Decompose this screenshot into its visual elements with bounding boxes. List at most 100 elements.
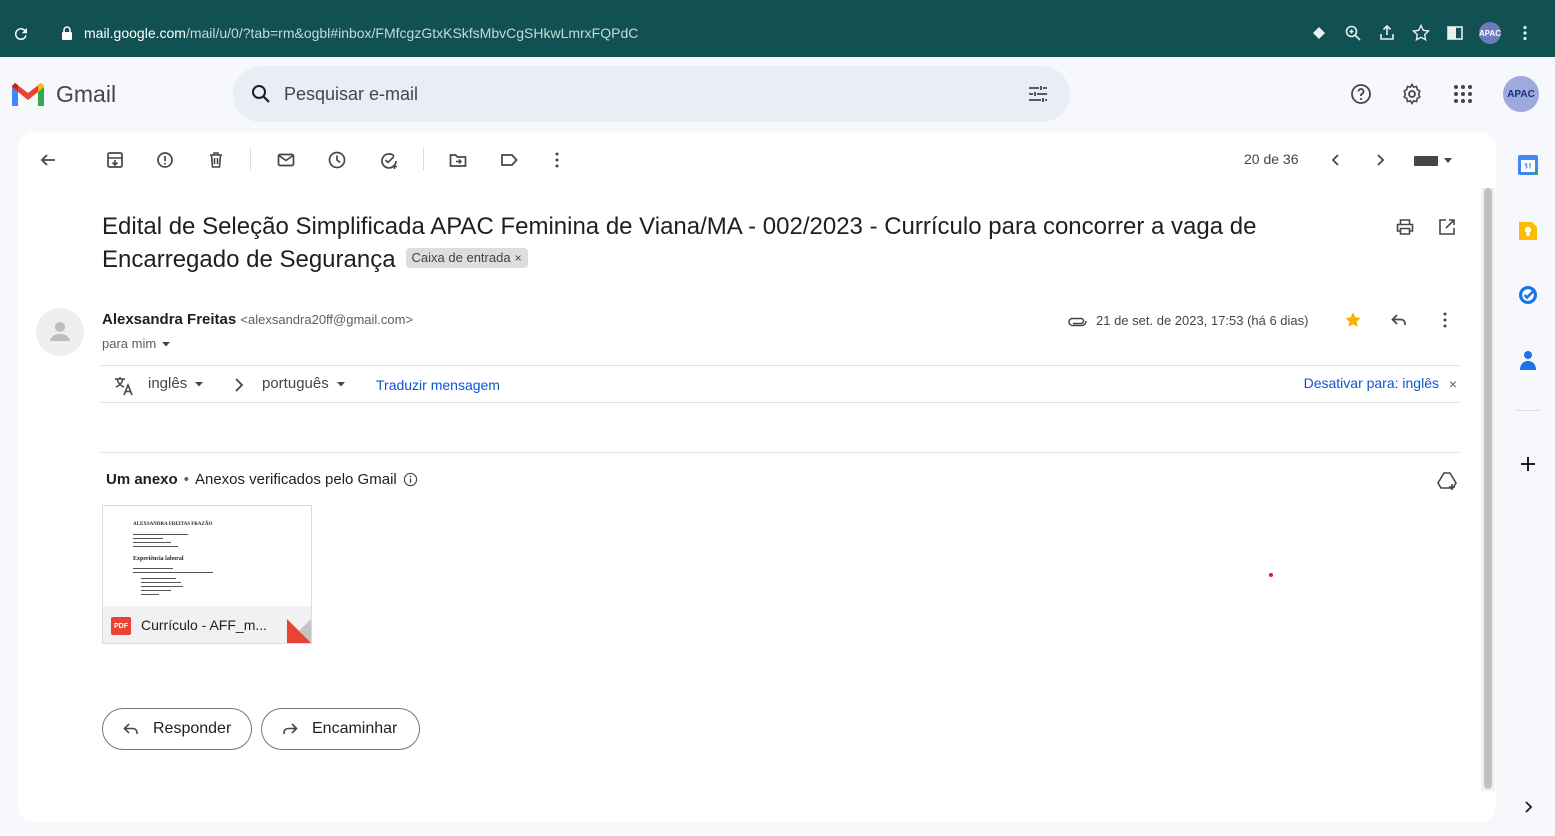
cursor-dot: [1269, 573, 1273, 577]
sender-name[interactable]: Alexsandra Freitas: [102, 311, 236, 328]
bookmark-star-icon[interactable]: [1411, 23, 1431, 43]
attachment-clip-icon: [1068, 314, 1088, 328]
extension-icon[interactable]: [1309, 23, 1329, 43]
subject-text: Edital de Seleção Simplificada APAC Femi…: [102, 213, 1257, 273]
side-panel-icon[interactable]: [1445, 23, 1465, 43]
close-translation-button[interactable]: ×: [1449, 376, 1457, 392]
gmail-logo[interactable]: Gmail: [10, 80, 116, 108]
settings-gear-icon[interactable]: [1400, 82, 1424, 106]
attachments-header: Um anexo • Anexos verificados pelo Gmail: [106, 471, 418, 488]
message-more-icon[interactable]: [1435, 310, 1455, 330]
show-side-panel-chevron-icon[interactable]: [1518, 797, 1538, 817]
info-icon[interactable]: [403, 472, 418, 487]
search-bar[interactable]: Pesquisar e-mail: [233, 66, 1070, 122]
attachment-preview: ALEXSANDRA FREITAS FRAZÃO Experiência la…: [103, 506, 311, 606]
source-language-select[interactable]: inglês: [148, 375, 205, 392]
toolbar-divider: [423, 148, 424, 170]
url-host: mail.google.com: [84, 25, 186, 41]
sender-line: Alexsandra Freitas <alexsandra20ff@gmail…: [102, 311, 413, 328]
gmail-wordmark: Gmail: [56, 80, 117, 107]
pdf-corner-decoration: [287, 619, 311, 643]
label-tag-icon[interactable]: [499, 150, 519, 170]
add-to-drive-icon[interactable]: [1436, 470, 1458, 492]
keep-notes-icon[interactable]: [1516, 219, 1540, 243]
newer-chevron-left-icon[interactable]: [1326, 150, 1346, 170]
dropdown-caret-icon: [195, 381, 204, 386]
target-language-label: português: [262, 375, 329, 392]
open-new-window-icon[interactable]: [1437, 217, 1457, 237]
browser-profile-avatar[interactable]: APAC: [1479, 22, 1501, 44]
snooze-clock-icon[interactable]: [327, 150, 347, 170]
translate-message-link[interactable]: Traduzir mensagem: [376, 377, 500, 393]
separator-dot: •: [183, 471, 189, 488]
preview-line: [133, 542, 171, 543]
add-task-icon[interactable]: [379, 150, 399, 170]
help-icon[interactable]: [1349, 82, 1373, 106]
translation-bar: inglês português Traduzir mensagem Desat…: [101, 365, 1459, 403]
forward-arrow-icon: [280, 719, 300, 739]
preview-section-heading: Experiência laboral: [133, 556, 184, 562]
print-icon[interactable]: [1395, 217, 1415, 237]
preview-line: [133, 568, 173, 569]
recipient-details-dropdown-icon[interactable]: [160, 338, 172, 350]
reload-icon[interactable]: [12, 25, 30, 43]
gmail-m-icon: [10, 80, 46, 108]
sender-email: <alexsandra20ff@gmail.com>: [240, 312, 414, 327]
scrollbar-thumb[interactable]: [1484, 188, 1492, 789]
label-text: Caixa de entrada: [411, 249, 511, 265]
reply-button-label: Responder: [153, 720, 232, 737]
back-arrow-icon[interactable]: [38, 150, 58, 170]
inbox-label-chip[interactable]: Caixa de entrada ×: [405, 247, 528, 268]
delete-trash-icon[interactable]: [206, 150, 226, 170]
preview-line: [141, 590, 171, 591]
starred-icon[interactable]: [1343, 310, 1363, 330]
attachment-card[interactable]: ALEXSANDRA FREITAS FRAZÃO Experiência la…: [102, 505, 312, 644]
chevron-right-icon: [232, 376, 246, 394]
sender-avatar[interactable]: [36, 308, 84, 356]
preview-line: [141, 582, 181, 583]
recipient-line[interactable]: para mim: [102, 336, 172, 351]
more-options-icon[interactable]: [547, 150, 567, 170]
older-chevron-right-icon[interactable]: [1370, 150, 1390, 170]
add-addon-plus-icon[interactable]: [1516, 452, 1540, 476]
side-panel-divider: [1516, 410, 1540, 411]
search-icon[interactable]: [249, 82, 273, 106]
message-meta: 21 de set. de 2023, 17:53 (há 6 dias): [1068, 313, 1309, 328]
browser-menu-icon[interactable]: [1515, 23, 1535, 43]
calendar-icon[interactable]: [1516, 153, 1540, 177]
recipient-text: para mim: [102, 336, 157, 351]
report-spam-icon[interactable]: [155, 150, 175, 170]
preview-line: [133, 572, 213, 573]
contacts-icon[interactable]: [1516, 348, 1540, 372]
apps-grid-icon[interactable]: [1451, 82, 1475, 106]
source-language-label: inglês: [148, 375, 188, 392]
search-filters-icon[interactable]: [1026, 82, 1050, 106]
move-to-folder-icon[interactable]: [448, 150, 468, 170]
url-text[interactable]: mail.google.com/mail/u/0/?tab=rm&ogbl#in…: [84, 25, 638, 41]
toolbar-divider: [250, 148, 251, 170]
account-avatar[interactable]: APAC: [1503, 76, 1539, 112]
lock-icon[interactable]: [62, 26, 72, 40]
message-counter: 20 de 36: [1244, 151, 1299, 167]
preview-line: [133, 534, 188, 535]
remove-label-button[interactable]: ×: [515, 251, 522, 265]
preview-line: [133, 546, 178, 547]
reply-icon[interactable]: [1389, 310, 1409, 330]
message-actions: [1343, 310, 1455, 330]
disable-translation-link[interactable]: Desativar para: inglês: [1304, 375, 1439, 391]
scrollbar[interactable]: [1481, 188, 1495, 791]
tasks-icon[interactable]: [1516, 283, 1540, 307]
mark-unread-icon[interactable]: [276, 150, 296, 170]
preview-line: [141, 586, 183, 587]
archive-icon[interactable]: [105, 150, 125, 170]
attachments-verified-text: Anexos verificados pelo Gmail: [194, 471, 397, 488]
input-tools-keyboard-icon[interactable]: [1413, 150, 1453, 170]
zoom-icon[interactable]: [1343, 23, 1363, 43]
share-icon[interactable]: [1377, 23, 1397, 43]
search-input[interactable]: Pesquisar e-mail: [284, 84, 418, 105]
forward-button[interactable]: Encaminhar: [261, 708, 420, 750]
target-language-select[interactable]: português: [262, 375, 347, 392]
browser-url-bar: mail.google.com/mail/u/0/?tab=rm&ogbl#in…: [0, 0, 1555, 57]
reply-button[interactable]: Responder: [102, 708, 252, 750]
browser-toolbar-icons: APAC: [1309, 22, 1535, 44]
